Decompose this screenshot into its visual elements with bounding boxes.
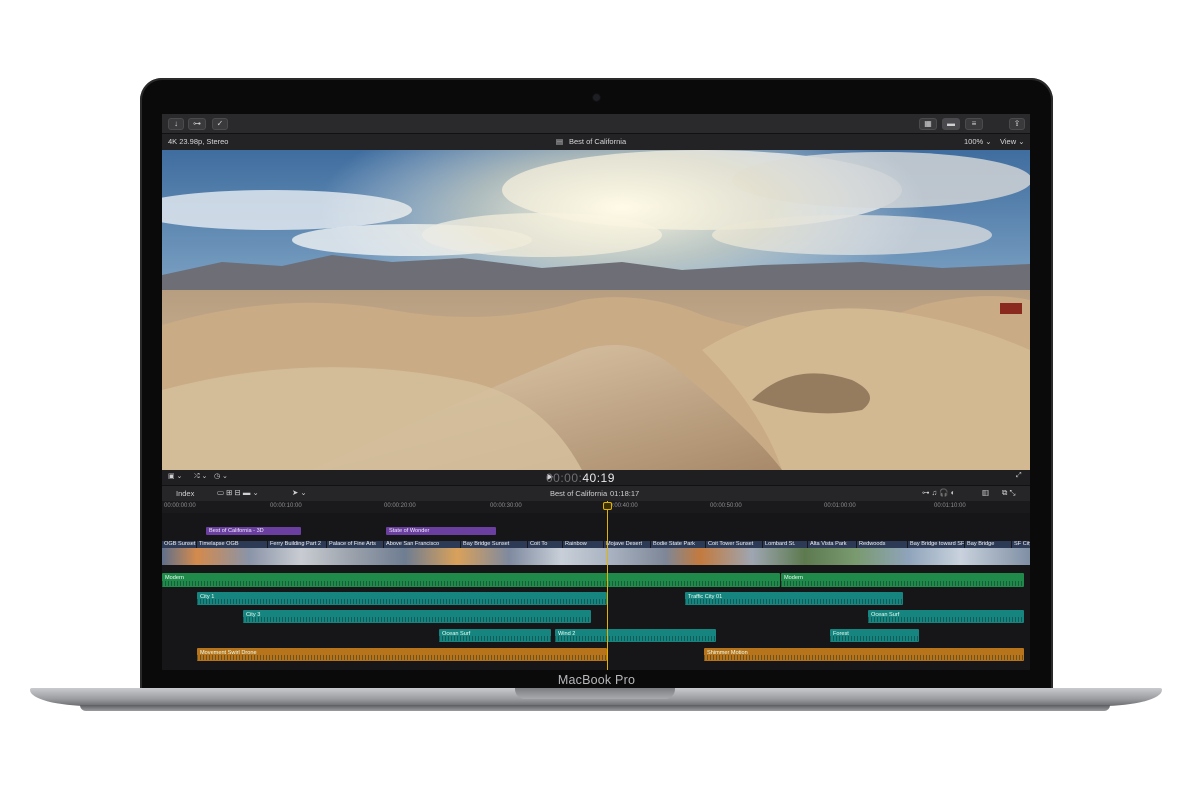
lid-notch <box>515 688 675 699</box>
playhead[interactable] <box>607 501 608 670</box>
ruler-tick: 00:01:00:00 <box>824 503 856 509</box>
project-title: Best of California <box>569 137 627 146</box>
timeline-ruler[interactable]: 00:00:00:00 00:00:10:00 00:00:20:00 00:0… <box>162 501 1030 513</box>
clip[interactable]: Lombard St. <box>763 541 807 548</box>
audio-clip[interactable]: Movement Swirl Drone <box>197 648 607 661</box>
fullscreen-icon[interactable]: ⤢ <box>1016 472 1022 480</box>
app-toolbar: ↓ ⊶ ✓ ▦ ▬ ≡ ⇪ <box>162 114 1030 134</box>
speed-icon[interactable]: ◷ ⌄ <box>214 472 228 480</box>
format-label: 4K 23.98p, Stereo <box>168 137 229 146</box>
clip[interactable]: Palace of Fine Arts <box>327 541 383 548</box>
ruler-tick: 00:00:30:00 <box>490 503 522 509</box>
clip[interactable]: Bay Bridge Sunset <box>461 541 527 548</box>
viewer-info-bar: 4K 23.98p, Stereo ▤ Best of California 1… <box>162 134 1030 150</box>
clip[interactable]: Bay Bridge toward SF <box>908 541 964 548</box>
audio-clip[interactable]: Ocean Surf <box>439 629 551 642</box>
keywords-icon[interactable]: ⊶ <box>188 118 206 130</box>
timeline-duration: 01:18:17 <box>610 489 640 498</box>
appearance-icon[interactable]: ▥ <box>982 488 989 497</box>
laptop-base-edge <box>80 705 1110 711</box>
view-dropdown[interactable]: View ⌄ <box>1000 137 1025 146</box>
clip[interactable]: SF City <box>1012 541 1030 548</box>
ruler-tick: 00:01:10:00 <box>934 503 966 509</box>
zoom-dropdown[interactable]: 100% ⌄ <box>964 137 992 146</box>
camera-icon <box>593 94 600 101</box>
select-tool-icon[interactable]: ➤ ⌄ <box>292 488 307 497</box>
skimming-icon[interactable]: ⊶ ♫ 🎧 ◐ <box>922 488 955 497</box>
audio-clip[interactable]: City 1 <box>197 592 607 605</box>
clip[interactable]: Alta Vista Park <box>808 541 856 548</box>
clip[interactable]: Bodie State Park <box>651 541 705 548</box>
timeline-icon[interactable]: ▬ <box>942 118 960 130</box>
inspector-icon[interactable]: ≡ <box>965 118 983 130</box>
audio-clip[interactable]: City 3 <box>243 610 591 623</box>
clip-appearance-icon[interactable]: ⧉ ⤡ <box>1002 488 1015 498</box>
audio-clip[interactable]: Shimmer Motion <box>704 648 1024 661</box>
role-tag[interactable]: State of Wonder <box>386 527 496 535</box>
timecode: 00:00:40:19 <box>546 471 615 485</box>
clip-thumbnails <box>162 548 1030 565</box>
film-icon: ▤ <box>556 137 564 146</box>
role-tag[interactable]: Best of California - 3D <box>206 527 301 535</box>
playback-bar: ▣ ⌄ ⤮ ⌄ ◷ ⌄ ▶ 00:00:40:19 ⤢ <box>162 470 1030 485</box>
playhead-handle[interactable] <box>603 502 612 510</box>
screen: ↓ ⊶ ✓ ▦ ▬ ≡ ⇪ 4K 23.98p, Stereo ▤ Best o… <box>162 114 1030 670</box>
clip[interactable]: Coit Tower Sunset <box>706 541 762 548</box>
import-icon[interactable]: ↓ <box>168 118 184 130</box>
timeline-toolbar: Index ▭ ⊞ ⊟ ▬ ⌄ ➤ ⌄ Best of California 0… <box>162 485 1030 501</box>
clip[interactable]: Timelapse OGB <box>197 541 267 548</box>
ruler-tick: 00:00:20:00 <box>384 503 416 509</box>
audio-clip[interactable]: Traffic City 01 <box>685 592 903 605</box>
ruler-tick: 00:00:10:00 <box>270 503 302 509</box>
clip[interactable]: Ferry Building Part 2 <box>268 541 326 548</box>
desert-image <box>162 150 1030 470</box>
video-viewer[interactable] <box>162 150 1030 470</box>
tool-icon[interactable]: ⤮ ⌄ <box>194 472 207 481</box>
browser-icon[interactable]: ▦ <box>919 118 937 130</box>
clip[interactable]: Redwoods <box>857 541 907 548</box>
audio-clip[interactable]: Ocean Surf <box>868 610 1024 623</box>
music-track[interactable]: Modern <box>162 573 780 587</box>
timeline-tracks[interactable]: Best of California - 3D State of Wonder … <box>162 513 1030 670</box>
share-icon[interactable]: ⇪ <box>1009 118 1025 130</box>
audio-clip[interactable]: Wind 2 <box>555 629 716 642</box>
clip[interactable]: Rainbow <box>563 541 603 548</box>
clip[interactable]: Coit To <box>528 541 562 548</box>
timeline-project-name: Best of California <box>550 489 608 498</box>
index-button[interactable]: Index <box>176 489 194 498</box>
clip[interactable]: OGB Sunset <box>162 541 196 548</box>
checkmark-icon[interactable]: ✓ <box>212 118 228 130</box>
edit-buttons-icon[interactable]: ▭ ⊞ ⊟ ▬ ⌄ <box>217 488 259 497</box>
marker-chip <box>1000 303 1022 314</box>
clip[interactable]: Above San Francisco <box>384 541 460 548</box>
clip[interactable]: Mojave Desert <box>604 541 650 548</box>
audio-clip[interactable]: Forest <box>830 629 919 642</box>
ruler-tick: 00:00:00:00 <box>164 503 196 509</box>
music-track[interactable]: Modern <box>781 573 1024 587</box>
view-options-icon[interactable]: ▣ ⌄ <box>168 472 182 480</box>
device-label: MacBook Pro <box>557 673 636 687</box>
clip[interactable]: Bay Bridge <box>965 541 1011 548</box>
ruler-tick: 00:00:50:00 <box>710 503 742 509</box>
